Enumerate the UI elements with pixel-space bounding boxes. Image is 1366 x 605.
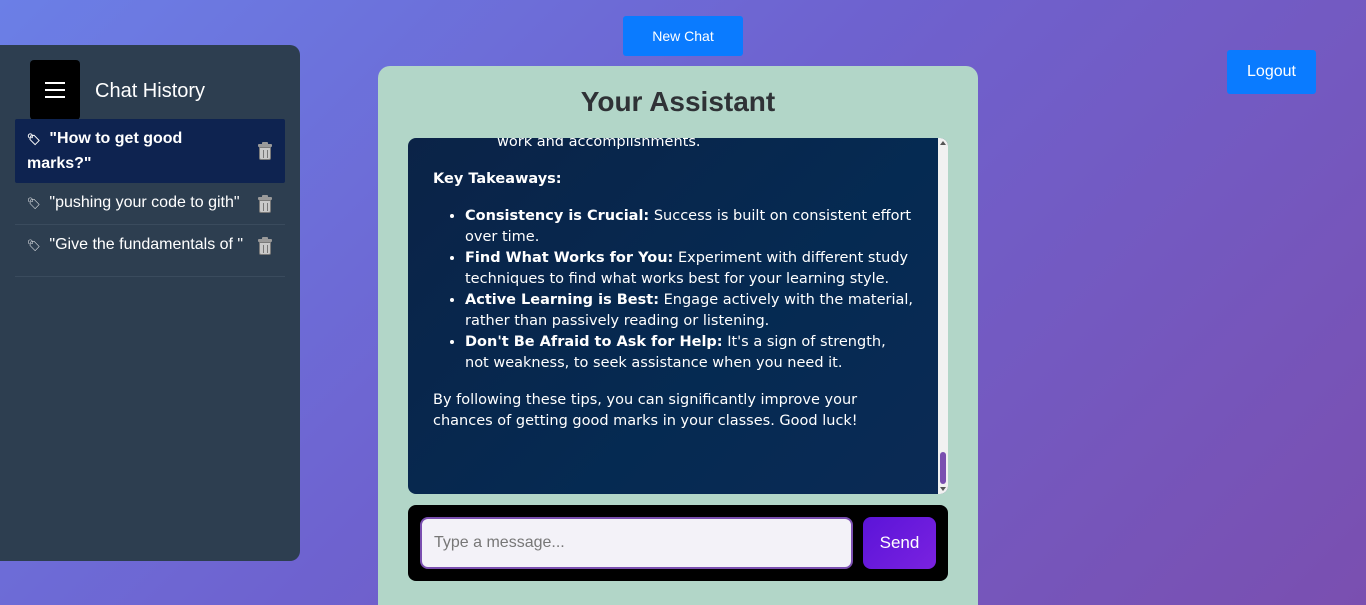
scroll-up-icon[interactable] (940, 141, 946, 145)
history-item[interactable]: 🏷 "Give the fundamentals of " (15, 225, 285, 277)
tag-icon: 🏷 (27, 240, 41, 252)
tag-icon: 🏷 (27, 134, 41, 146)
trash-icon[interactable] (257, 142, 273, 160)
send-button[interactable]: Send (863, 517, 936, 569)
assistant-card: Your Assistant work and accomplishments.… (378, 66, 978, 605)
trash-icon[interactable] (257, 236, 273, 255)
message-heading: Key Takeaways: (433, 171, 562, 187)
sidebar-title: Chat History (95, 80, 206, 102)
list-item: Consistency is Crucial: Success is built… (465, 206, 913, 248)
assistant-message: work and accomplishments. Key Takeaways:… (433, 138, 913, 432)
scroll-down-icon[interactable] (940, 487, 946, 491)
message-input[interactable] (420, 517, 853, 569)
message-composer: Send (408, 505, 948, 581)
tag-icon: 🏷 (27, 198, 41, 210)
history-item-label: "pushing your code to gith" (49, 194, 240, 211)
menu-icon[interactable] (30, 60, 80, 120)
history-item[interactable]: 🏷 "How to get good marks?" (15, 119, 285, 183)
history-item-label: "How to get good marks?" (27, 130, 183, 172)
trash-icon[interactable] (257, 194, 273, 213)
page-title: Your Assistant (580, 86, 776, 117)
list-item: Find What Works for You: Experiment with… (465, 248, 913, 290)
list-item: Active Learning is Best: Engage actively… (465, 290, 913, 332)
chat-history-list: 🏷 "How to get good marks?" 🏷 "pushing yo… (15, 119, 285, 277)
history-item-label: "Give the fundamentals of " (49, 236, 244, 253)
chat-scrollbar[interactable] (938, 138, 948, 494)
takeaways-list: Consistency is Crucial: Success is built… (433, 206, 913, 374)
new-chat-button[interactable]: New Chat (623, 16, 743, 56)
message-text: work and accomplishments. (497, 138, 701, 150)
message-text: By following these tips, you can signifi… (433, 392, 858, 429)
list-item: Don't Be Afraid to Ask for Help: It's a … (465, 332, 913, 374)
history-item[interactable]: 🏷 "pushing your code to gith" (15, 183, 285, 225)
sidebar: Chat History 🏷 "How to get good marks?" … (0, 45, 300, 561)
scroll-thumb[interactable] (940, 452, 946, 484)
chat-messages[interactable]: work and accomplishments. Key Takeaways:… (408, 138, 948, 494)
logout-button[interactable]: Logout (1227, 50, 1316, 94)
